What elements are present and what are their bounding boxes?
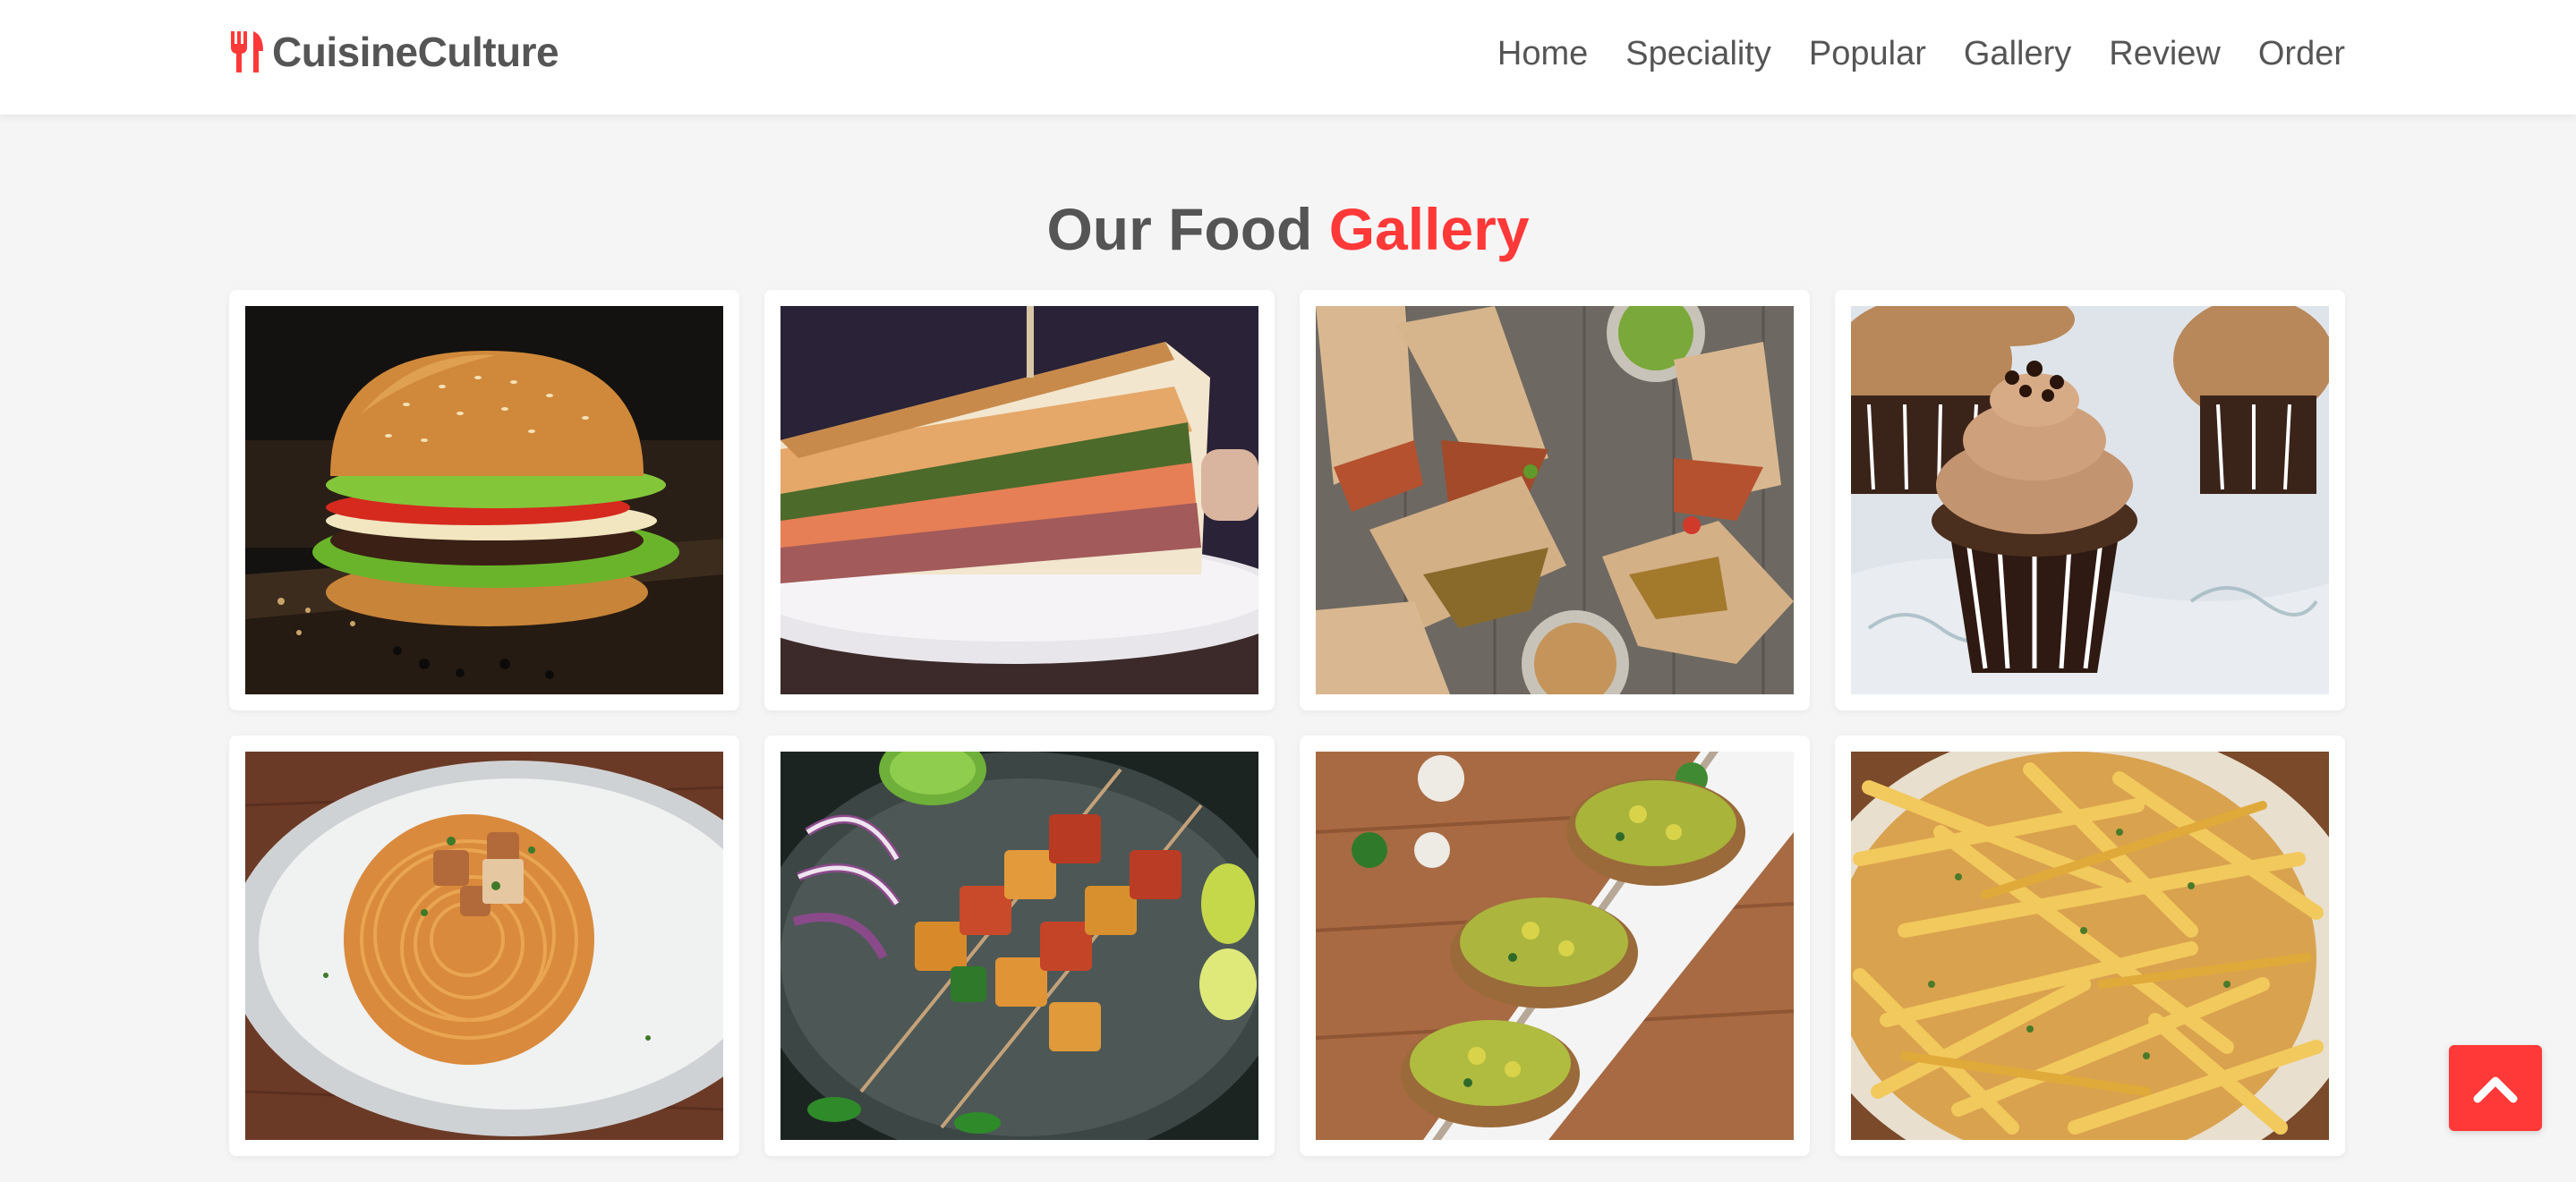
chevron-up-icon — [2473, 1076, 2518, 1103]
gallery-card[interactable] — [229, 736, 739, 1156]
bruschetta-photo — [1316, 752, 1794, 1140]
burger-photo — [245, 306, 723, 694]
logo-text: CuisineCulture — [272, 29, 559, 75]
paneer-tikka-photo — [780, 752, 1258, 1140]
gallery-card[interactable] — [1300, 736, 1810, 1156]
gallery-card[interactable] — [229, 290, 739, 710]
gallery-grid — [229, 290, 2345, 1156]
wraps-photo — [1316, 306, 1794, 694]
main-nav: Home Speciality Popular Gallery Review O… — [1497, 27, 2345, 81]
gallery-card[interactable] — [1300, 290, 1810, 710]
nav-order[interactable]: Order — [2258, 35, 2345, 73]
scroll-top-button[interactable] — [2449, 1045, 2542, 1131]
nav-review[interactable]: Review — [2109, 35, 2221, 73]
cupcake-photo — [1851, 306, 2329, 694]
sandwich-photo — [780, 306, 1258, 694]
gallery-heading-main: Our Food — [1046, 196, 1313, 262]
gallery-card[interactable] — [764, 736, 1275, 1156]
fries-photo — [1851, 752, 2329, 1140]
nav-home[interactable]: Home — [1497, 35, 1588, 73]
gallery-heading-accent: Gallery — [1328, 196, 1530, 262]
logo[interactable]: CuisineCulture — [229, 25, 559, 79]
gallery-card[interactable] — [764, 290, 1275, 710]
gallery-card[interactable] — [1835, 736, 2345, 1156]
nav-gallery[interactable]: Gallery — [1964, 35, 2071, 73]
gallery-card[interactable] — [1835, 290, 2345, 710]
nav-popular[interactable]: Popular — [1809, 35, 1926, 73]
utensils-icon — [231, 31, 263, 72]
gallery-heading: Our Food Gallery — [0, 195, 2576, 263]
nav-speciality[interactable]: Speciality — [1625, 35, 1771, 73]
spaghetti-photo — [245, 752, 723, 1140]
site-header: CuisineCulture Home Speciality Popular G… — [0, 0, 2576, 115]
